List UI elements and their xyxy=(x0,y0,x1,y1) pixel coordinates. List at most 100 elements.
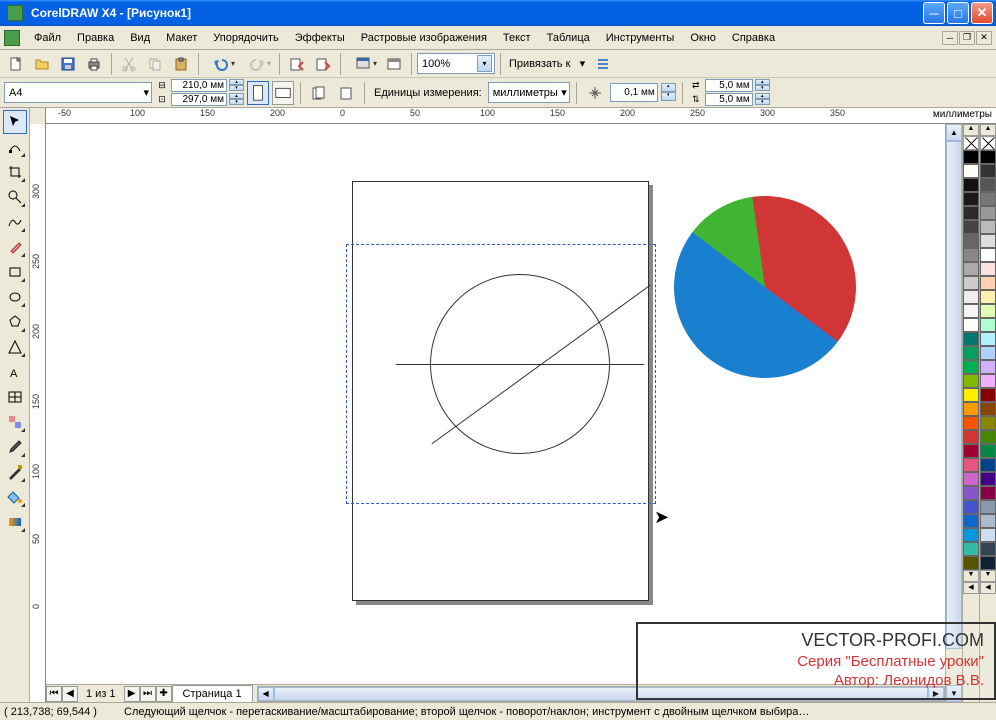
mdi-minimize[interactable]: ─ xyxy=(942,31,958,45)
color-swatch[interactable] xyxy=(980,528,996,542)
color-swatch[interactable] xyxy=(980,360,996,374)
open-button[interactable] xyxy=(30,52,54,76)
next-page-button[interactable]: ▶ xyxy=(124,686,140,702)
redo-button[interactable]: ▾ xyxy=(240,52,274,76)
shape-tool[interactable] xyxy=(3,135,27,159)
paste-button[interactable] xyxy=(169,52,193,76)
no-color-swatch-2[interactable] xyxy=(980,136,996,150)
color-swatch[interactable] xyxy=(963,430,979,444)
color-swatch[interactable] xyxy=(963,402,979,416)
color-swatch[interactable] xyxy=(980,318,996,332)
color-swatch[interactable] xyxy=(980,332,996,346)
color-swatch[interactable] xyxy=(963,262,979,276)
page-width-input[interactable] xyxy=(171,79,227,92)
color-swatch[interactable] xyxy=(980,514,996,528)
color-swatch[interactable] xyxy=(980,164,996,178)
smart-fill-tool[interactable] xyxy=(3,235,27,259)
height-spinner[interactable]: ▴▾ xyxy=(229,93,244,106)
color-swatch[interactable] xyxy=(963,318,979,332)
menu-table[interactable]: Таблица xyxy=(539,29,598,47)
ruler-vertical[interactable]: 0 50 100 150 200 250 300 xyxy=(30,124,46,702)
table-tool[interactable] xyxy=(3,385,27,409)
close-button[interactable]: ✕ xyxy=(971,2,993,24)
color-swatch[interactable] xyxy=(980,290,996,304)
palette-scroll-down[interactable]: ▼ xyxy=(963,570,979,582)
color-swatch[interactable] xyxy=(963,178,979,192)
menu-text[interactable]: Текст xyxy=(495,29,539,47)
landscape-button[interactable] xyxy=(272,81,294,105)
color-swatch[interactable] xyxy=(963,360,979,374)
color-swatch[interactable] xyxy=(980,556,996,570)
mdi-restore[interactable]: ❐ xyxy=(959,31,975,45)
freehand-tool[interactable] xyxy=(3,210,27,234)
prev-page-button[interactable]: ◀ xyxy=(62,686,78,702)
welcome-button[interactable] xyxy=(382,52,406,76)
color-swatch[interactable] xyxy=(963,556,979,570)
scroll-up-button[interactable]: ▲ xyxy=(946,124,962,141)
color-swatch[interactable] xyxy=(980,276,996,290)
palette2-scroll-up[interactable]: ▲ xyxy=(980,124,996,136)
color-swatch[interactable] xyxy=(963,290,979,304)
menu-file[interactable]: Файл xyxy=(26,29,69,47)
pie-chart[interactable] xyxy=(638,160,893,415)
crop-tool[interactable] xyxy=(3,160,27,184)
color-swatch[interactable] xyxy=(963,304,979,318)
maximize-button[interactable]: □ xyxy=(947,2,969,24)
color-swatch[interactable] xyxy=(963,332,979,346)
color-swatch[interactable] xyxy=(963,500,979,514)
color-swatch[interactable] xyxy=(963,248,979,262)
app-launcher-button[interactable]: ▾ xyxy=(346,52,380,76)
text-tool[interactable]: A xyxy=(3,360,27,384)
color-swatch[interactable] xyxy=(963,416,979,430)
color-swatch[interactable] xyxy=(963,444,979,458)
color-swatch[interactable] xyxy=(980,346,996,360)
zoom-tool[interactable] xyxy=(3,185,27,209)
pick-tool[interactable] xyxy=(3,110,27,134)
color-swatch[interactable] xyxy=(980,220,996,234)
options-button[interactable] xyxy=(591,52,615,76)
undo-button[interactable]: ▾ xyxy=(204,52,238,76)
apply-all-pages-button[interactable] xyxy=(307,81,331,105)
color-swatch[interactable] xyxy=(980,458,996,472)
dup-x-spinner[interactable]: ▴▾ xyxy=(755,79,770,92)
palette2-scroll-down[interactable]: ▼ xyxy=(980,570,996,582)
no-color-swatch[interactable] xyxy=(963,136,979,150)
copy-button[interactable] xyxy=(143,52,167,76)
nudge-spinner[interactable]: ▴▾ xyxy=(661,83,676,102)
v-scrollbar[interactable]: ▲ ▼ xyxy=(945,124,962,702)
color-swatch[interactable] xyxy=(963,486,979,500)
color-swatch[interactable] xyxy=(963,206,979,220)
color-swatch[interactable] xyxy=(963,528,979,542)
color-swatch[interactable] xyxy=(980,304,996,318)
print-button[interactable] xyxy=(82,52,106,76)
basic-shapes-tool[interactable] xyxy=(3,335,27,359)
dup-y-spinner[interactable]: ▴▾ xyxy=(755,93,770,106)
last-page-button[interactable]: ⏭ xyxy=(140,686,156,702)
new-button[interactable] xyxy=(4,52,28,76)
menu-effects[interactable]: Эффекты xyxy=(287,29,353,47)
menu-bitmaps[interactable]: Растровые изображения xyxy=(353,29,495,47)
menu-tools[interactable]: Инструменты xyxy=(598,29,683,47)
color-swatch[interactable] xyxy=(980,430,996,444)
dup-y-input[interactable] xyxy=(705,93,753,106)
ruler-origin[interactable] xyxy=(30,108,46,124)
color-swatch[interactable] xyxy=(963,542,979,556)
color-swatch[interactable] xyxy=(963,192,979,206)
color-swatch[interactable] xyxy=(980,402,996,416)
polygon-tool[interactable] xyxy=(3,310,27,334)
color-swatch[interactable] xyxy=(980,374,996,388)
color-swatch[interactable] xyxy=(963,234,979,248)
ellipse-tool[interactable] xyxy=(3,285,27,309)
dup-x-input[interactable] xyxy=(705,79,753,92)
color-swatch[interactable] xyxy=(980,262,996,276)
color-swatch[interactable] xyxy=(980,500,996,514)
menu-help[interactable]: Справка xyxy=(724,29,783,47)
color-swatch[interactable] xyxy=(963,514,979,528)
color-swatch[interactable] xyxy=(963,388,979,402)
scroll-left-button[interactable]: ◀ xyxy=(258,687,274,701)
menu-arrange[interactable]: Упорядочить xyxy=(205,29,286,47)
color-swatch[interactable] xyxy=(963,220,979,234)
ruler-horizontal[interactable]: -50 100 150 200 0 50 100 150 200 250 300… xyxy=(30,108,996,124)
color-swatch[interactable] xyxy=(980,542,996,556)
color-swatch[interactable] xyxy=(963,346,979,360)
